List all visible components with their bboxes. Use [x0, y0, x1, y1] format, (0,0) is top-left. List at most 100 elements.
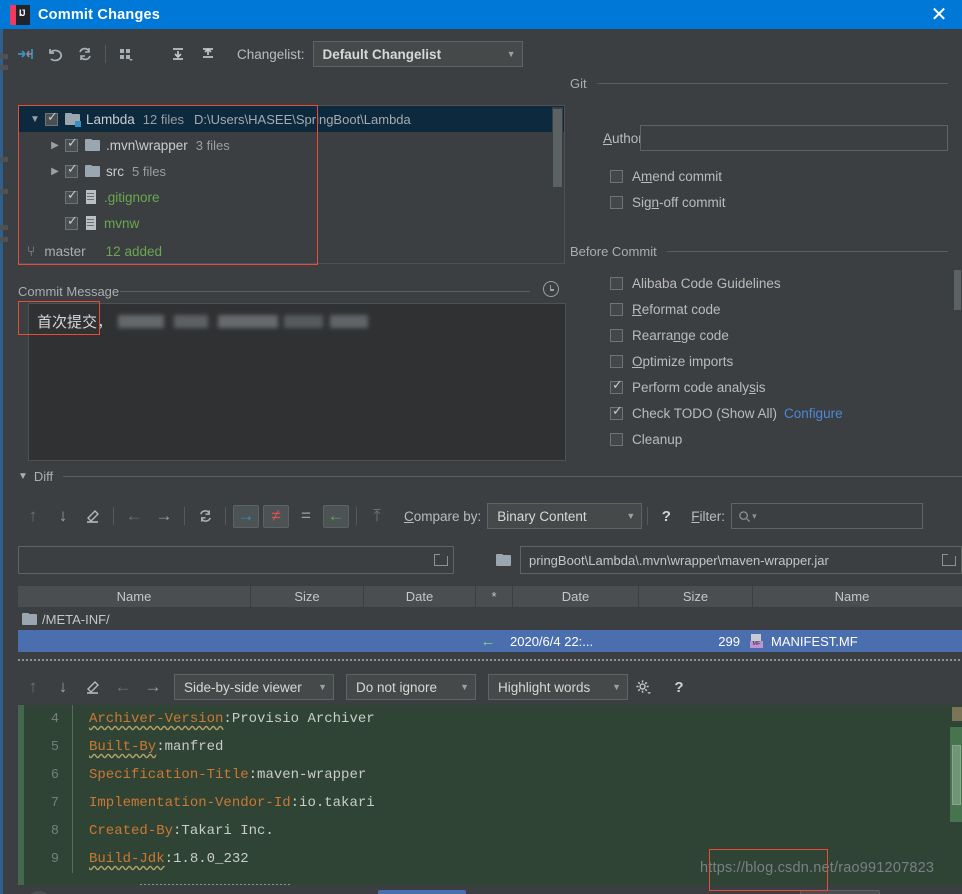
signoff-commit-checkbox[interactable]: Sign-off commit	[610, 189, 962, 215]
branch-name: master	[44, 243, 86, 259]
reformat-code-checkbox[interactable]: Reformat code	[610, 296, 962, 322]
refresh-icon[interactable]	[190, 503, 220, 529]
search-icon	[739, 510, 751, 522]
clock-history-icon[interactable]	[543, 281, 559, 297]
column-header-date-right[interactable]: Date	[513, 586, 639, 607]
window-title: Commit Changes	[38, 6, 161, 23]
perform-code-analysis-checkbox[interactable]: Perform code analysis	[610, 374, 962, 400]
compare-by-label: Compare by:	[404, 508, 482, 524]
commit-message-input[interactable]: 首次提交，	[28, 303, 566, 461]
table-row[interactable]: /META-INF/	[18, 608, 962, 630]
help-icon[interactable]: ?	[666, 679, 692, 696]
git-branch-icon: ⑂	[27, 243, 36, 259]
code-value: io.takari	[299, 795, 375, 811]
path-row: pringBoot\Lambda\.mvn\wrapper\maven-wrap…	[18, 546, 962, 576]
column-header-marker[interactable]: *	[476, 586, 513, 607]
diff-file-table[interactable]: Name Size Date * Date Size Name /META-IN…	[18, 586, 962, 658]
commit-button[interactable]: Commit	[378, 890, 466, 894]
left-path-field[interactable]	[18, 546, 454, 574]
options-scrollbar[interactable]	[953, 74, 962, 464]
highlight-policy-dropdown[interactable]: Highlight words ▼	[488, 674, 628, 700]
next-change-icon[interactable]: →	[138, 674, 168, 700]
tree-row[interactable]: ▶ src 5 files	[19, 158, 564, 184]
viewer-mode-dropdown[interactable]: Side-by-side viewer ▼	[174, 674, 334, 700]
expand-all-icon[interactable]	[163, 41, 193, 67]
tree-scrollbar[interactable]	[552, 107, 563, 239]
synchronize-icon[interactable]: ⤒	[362, 503, 392, 529]
triangle-down-icon[interactable]: ▼	[18, 471, 28, 482]
row-checkbox[interactable]	[45, 110, 58, 126]
column-header-name-right[interactable]: Name	[753, 586, 951, 607]
show-different-files-icon[interactable]: ≠	[263, 504, 289, 528]
previous-difference-icon[interactable]: ↑	[18, 674, 48, 700]
show-equal-files-icon[interactable]: =	[291, 503, 321, 529]
collapse-all-icon[interactable]	[193, 41, 223, 67]
amend-commit-checkbox[interactable]: Amend commit	[610, 163, 962, 189]
cancel-button[interactable]: Cancel	[800, 890, 880, 894]
folder-icon	[85, 138, 100, 152]
edit-source-icon[interactable]	[78, 674, 108, 700]
check-todo-checkbox[interactable]: Check TODO (Show All) Configure	[610, 400, 962, 426]
refresh-icon[interactable]	[70, 41, 100, 67]
column-header-date-left[interactable]: Date	[364, 586, 476, 607]
changes-tree[interactable]: ▼ Lambda 12 files D:\Users\HASEE\SpringB…	[18, 105, 565, 240]
twisty-collapsed-icon[interactable]: ▶	[45, 166, 65, 177]
commit-message-label: Commit Message	[18, 284, 120, 299]
twisty-collapsed-icon[interactable]: ▶	[45, 140, 65, 151]
changelist-dropdown[interactable]: Default Changelist ▼	[312, 41, 523, 67]
cleanup-checkbox[interactable]: Cleanup	[610, 426, 962, 452]
diff-code-viewer[interactable]: 4 Archiver-Version : Provisio Archiver 5…	[18, 705, 962, 885]
column-header-name-left[interactable]: Name	[18, 586, 251, 607]
row-checkbox[interactable]	[65, 188, 78, 204]
alibaba-guidelines-checkbox[interactable]: Alibaba Code Guidelines	[610, 270, 962, 296]
group-by-icon[interactable]	[111, 41, 141, 67]
branch-status-bar: ⑂ master 12 added	[18, 239, 565, 264]
gear-icon[interactable]	[628, 679, 658, 696]
ignore-policy-dropdown[interactable]: Do not ignore ▼	[346, 674, 476, 700]
changes-toolbar: Changelist: Default Changelist ▼	[10, 39, 962, 69]
previous-difference-icon[interactable]: ↑	[18, 503, 48, 529]
changelist-label: Changelist:	[237, 46, 305, 62]
close-icon[interactable]: ✕	[916, 0, 962, 29]
next-file-icon[interactable]: →	[149, 503, 179, 529]
option-label: Alibaba Code Guidelines	[632, 275, 781, 291]
line-number: 7	[50, 795, 59, 811]
rollback-icon[interactable]	[40, 41, 70, 67]
open-folder-icon[interactable]	[942, 553, 957, 567]
splitter-handle[interactable]	[18, 659, 962, 661]
row-checkbox[interactable]	[65, 136, 78, 152]
compare-by-dropdown[interactable]: Binary Content ▼	[487, 503, 643, 529]
open-folder-icon[interactable]	[434, 553, 449, 567]
rearrange-code-checkbox[interactable]: Rearrange code	[610, 322, 962, 348]
next-difference-icon[interactable]: ↓	[48, 503, 78, 529]
row-checkbox[interactable]	[65, 162, 78, 178]
code-scrollbar[interactable]	[950, 705, 962, 885]
checkbox-box	[610, 195, 623, 209]
next-difference-icon[interactable]: ↓	[48, 674, 78, 700]
author-field[interactable]	[640, 125, 948, 151]
tree-row[interactable]: ▼ Lambda 12 files D:\Users\HASEE\SpringB…	[19, 106, 564, 132]
tree-item-name: .mvn\wrapper	[106, 137, 188, 153]
filter-input[interactable]: ▾	[731, 503, 924, 529]
show-new-files-icon[interactable]: →	[233, 504, 259, 528]
column-header-size-right[interactable]: Size	[639, 586, 753, 607]
table-scrollbar-corner	[951, 586, 962, 607]
right-path-field[interactable]: pringBoot\Lambda\.mvn\wrapper\maven-wrap…	[520, 546, 962, 574]
optimize-imports-checkbox[interactable]: Optimize imports	[610, 348, 962, 374]
edit-source-icon[interactable]	[78, 503, 108, 529]
row-checkbox[interactable]	[65, 214, 78, 230]
help-icon[interactable]: ?	[653, 508, 679, 525]
tree-row[interactable]: mvnw	[19, 210, 564, 236]
configure-link[interactable]: Configure	[784, 406, 843, 421]
tree-row[interactable]: .gitignore	[19, 184, 564, 210]
show-deleted-files-icon[interactable]: ←	[323, 504, 349, 528]
column-header-size-left[interactable]: Size	[251, 586, 364, 607]
previous-file-icon[interactable]: ←	[119, 503, 149, 529]
tree-row[interactable]: ▶ .mvn\wrapper 3 files	[19, 132, 564, 158]
table-row[interactable]: ← 2020/6/4 22:... 299 MF MANIFEST.MF	[18, 630, 962, 652]
folder-icon	[22, 613, 37, 625]
collapse-to-selection-icon[interactable]	[10, 41, 40, 67]
twisty-expanded-icon[interactable]: ▼	[25, 114, 45, 125]
previous-change-icon[interactable]: ←	[108, 674, 138, 700]
diff-section-header[interactable]: ▼ Diff	[18, 469, 962, 484]
